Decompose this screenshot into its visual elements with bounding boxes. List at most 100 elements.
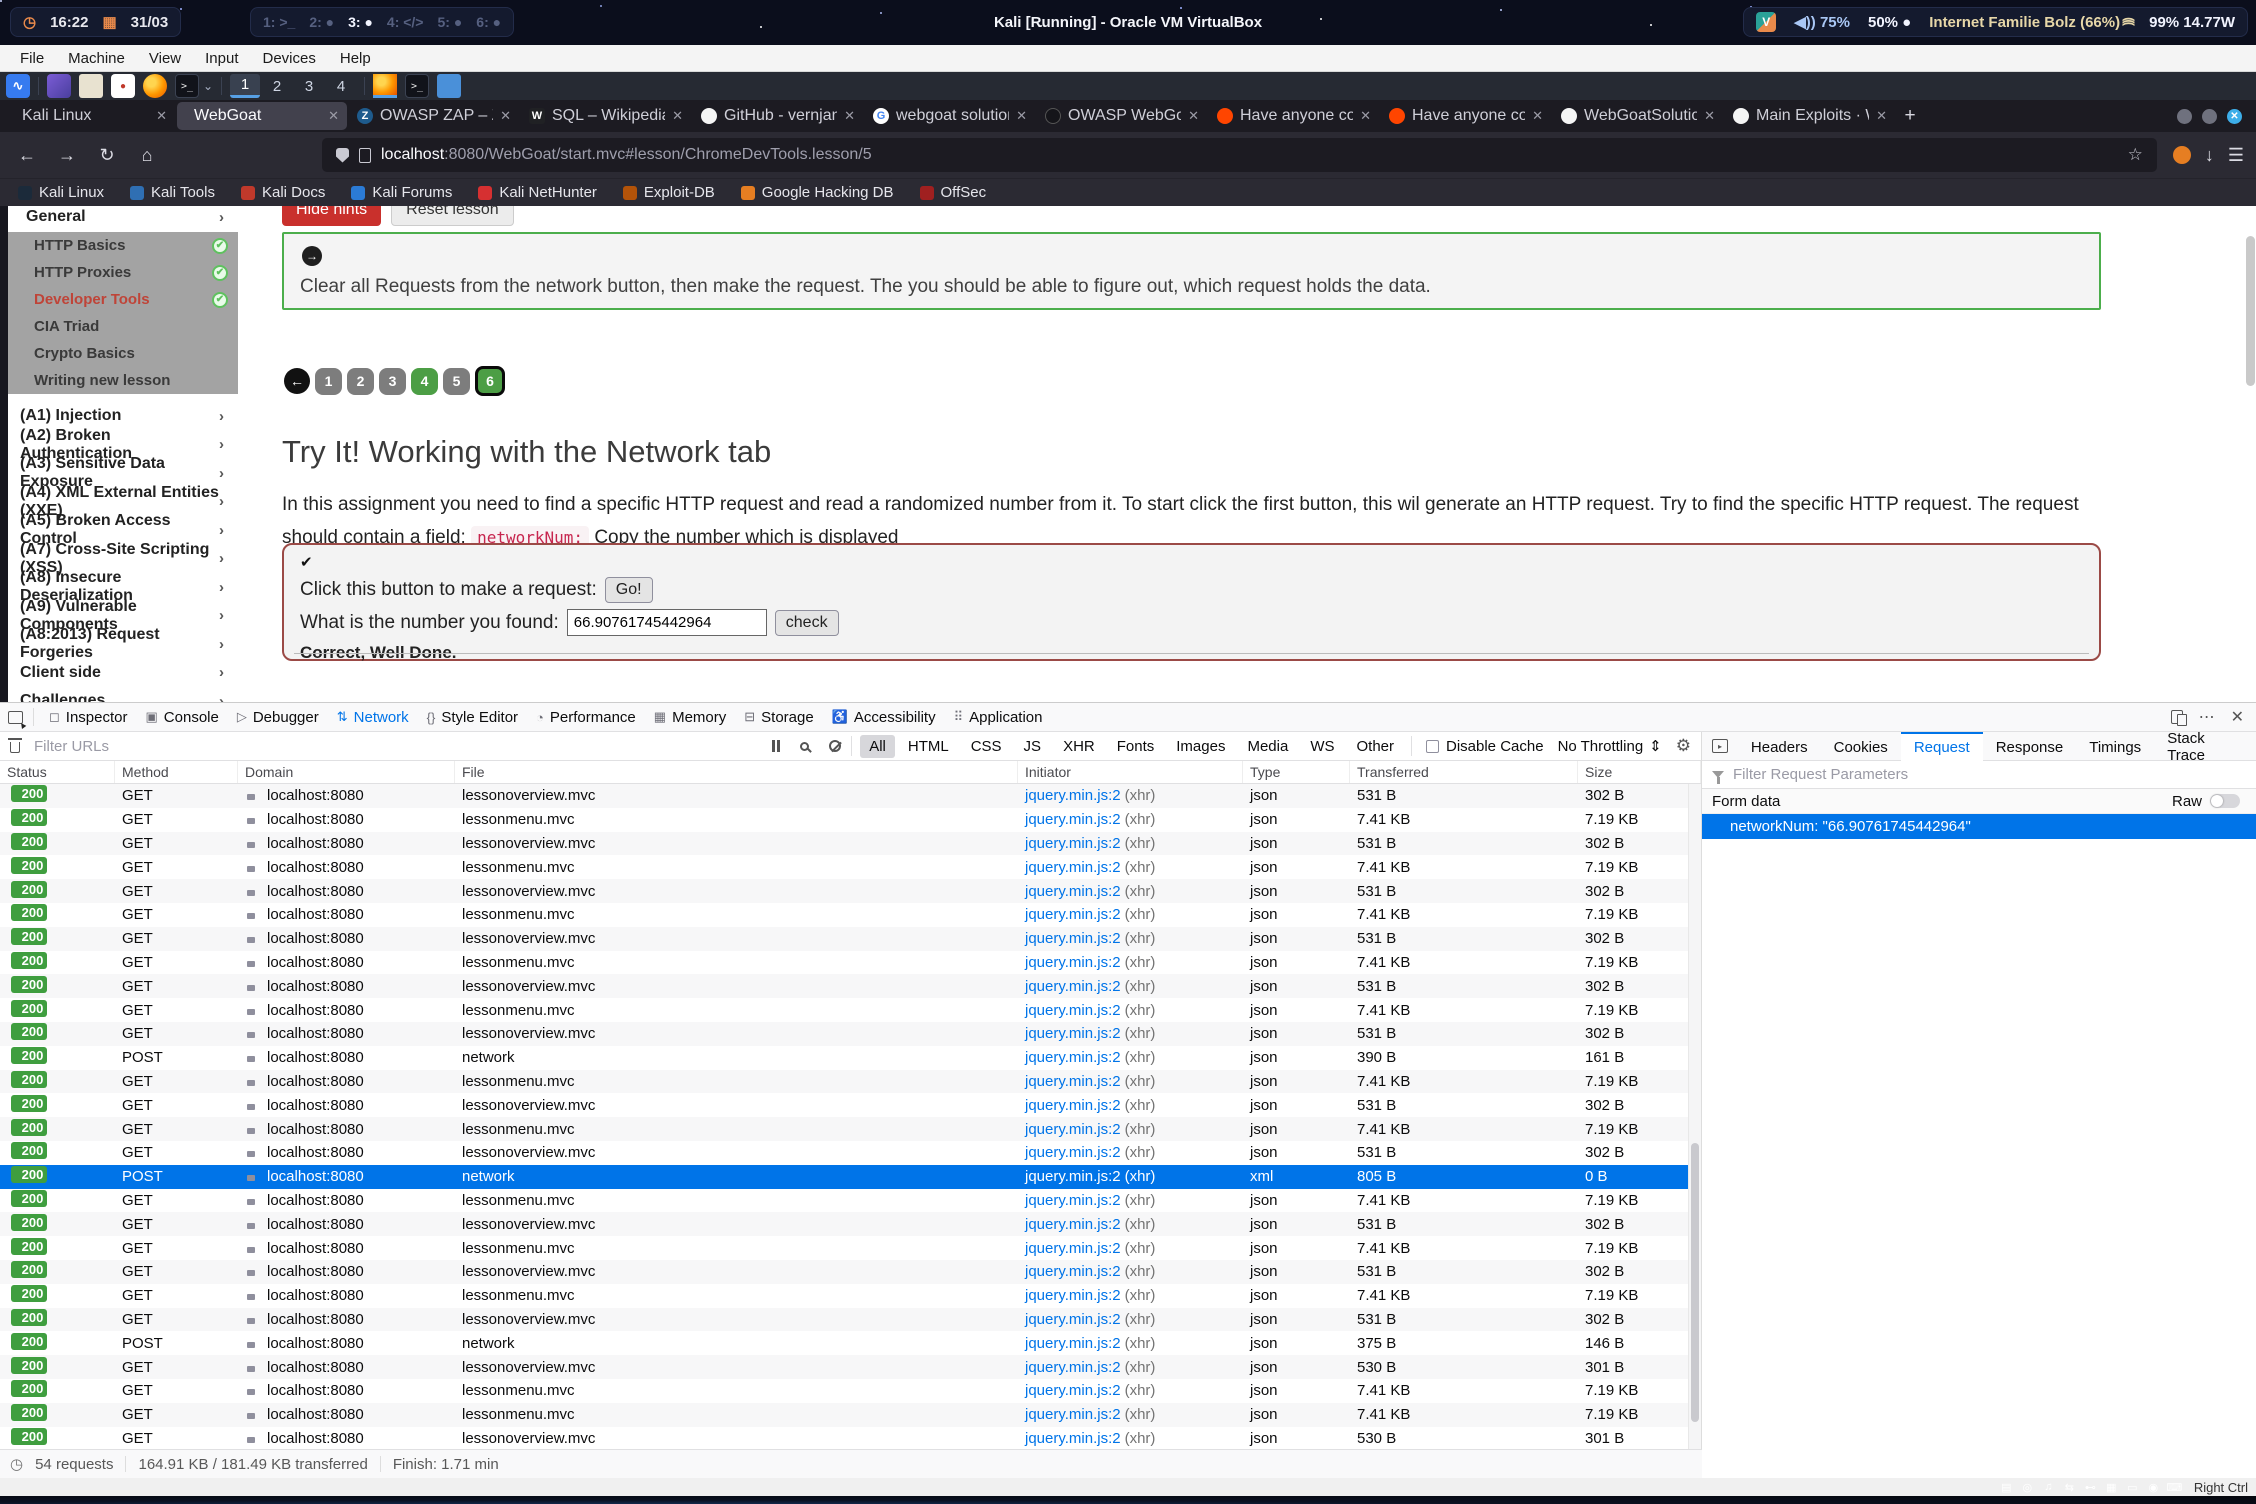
column-header[interactable]: Type [1243,761,1350,783]
tab-close-icon[interactable]: ✕ [1704,108,1715,124]
devtools-menu-icon[interactable]: ⋯ [2199,707,2215,727]
browser-tab[interactable]: W SQL – Wikipedia ✕ [521,102,691,130]
initiator-link[interactable]: jquery.min.js:2 [1025,859,1121,876]
initiator-link[interactable]: jquery.min.js:2 [1025,1311,1121,1328]
type-filter-button[interactable]: Other [1347,735,1403,758]
downloads-icon[interactable]: ↓ [2205,145,2214,166]
wifi-indicator[interactable]: Internet Familie Bolz (66%)))) [1929,14,2131,31]
column-header[interactable]: Status [0,761,115,783]
network-request-row[interactable]: 200 GET localhost:8080 lessonoverview.mv… [0,1260,1701,1284]
next-hint-icon[interactable]: → [302,246,322,266]
home-button[interactable]: ⌂ [132,140,162,170]
network-request-row[interactable]: 200 GET localhost:8080 lessonmenu.mvc jq… [0,1070,1701,1094]
shared-folders-icon[interactable]: ▦ [2104,1480,2119,1494]
network-request-row[interactable]: 200 GET localhost:8080 lessonoverview.mv… [0,1022,1701,1046]
network-request-row[interactable]: 200 GET localhost:8080 lessonoverview.mv… [0,1308,1701,1332]
bookmark-item[interactable]: OffSec [920,184,987,201]
details-tab[interactable]: Response [1983,732,2077,761]
initiator-link[interactable]: jquery.min.js:2 [1025,835,1121,852]
launcher-caret-icon[interactable]: ⌄ [203,79,213,93]
vbox-menu-item[interactable]: Machine [58,48,135,69]
kali-workspace[interactable]: 1 [230,74,260,98]
tab-close-icon[interactable]: ✕ [500,108,511,124]
devtools-tab[interactable]: ◔ Performance [527,703,645,732]
network-request-row[interactable]: 200 GET localhost:8080 lessonoverview.mv… [0,784,1701,808]
sidebar-lesson-item[interactable]: HTTP Proxies ✔ [8,259,238,286]
tab-close-icon[interactable]: ✕ [1876,108,1887,124]
network-request-row[interactable]: 200 GET localhost:8080 lessonoverview.mv… [0,1212,1701,1236]
network-settings-gear-icon[interactable]: ⚙ [1676,736,1691,756]
initiator-link[interactable]: jquery.min.js:2 [1025,1382,1121,1399]
sidebar-lesson-item[interactable]: Developer Tools ✔ [8,286,238,313]
column-header[interactable]: Method [115,761,238,783]
vbox-menu-item[interactable]: Devices [253,48,326,69]
network-request-row[interactable]: 200 GET localhost:8080 lessonoverview.mv… [0,879,1701,903]
devtools-tab[interactable]: ◻ Inspector [40,703,137,732]
network-request-row[interactable]: 200 GET localhost:8080 lessonmenu.mvc jq… [0,1403,1701,1427]
tab-close-icon[interactable]: ✕ [156,108,167,124]
page-scrollbar[interactable] [2246,236,2255,386]
url-bar[interactable]: localhost:8080/WebGoat/start.mvc#lesson/… [322,138,2157,172]
search-icon[interactable] [800,742,809,751]
window-manager-icon[interactable] [47,74,71,98]
initiator-link[interactable]: jquery.min.js:2 [1025,1073,1121,1090]
network-request-row[interactable]: 200 GET localhost:8080 lessonmenu.mvc jq… [0,808,1701,832]
kali-workspace[interactable]: 3 [294,74,324,98]
browser-tab[interactable]: Have anyone comple ✕ [1209,102,1379,130]
network-request-row[interactable]: 200 GET localhost:8080 lessonoverview.mv… [0,1141,1701,1165]
tracking-protection-icon[interactable] [336,148,349,163]
devtools-tab[interactable]: ♿ Accessibility [823,703,945,732]
network-request-row[interactable]: 200 GET localhost:8080 lessonmenu.mvc jq… [0,903,1701,927]
page-number-button[interactable]: 1 [315,368,342,395]
sidebar-lesson-item[interactable]: Writing new lesson ✔ [8,367,238,394]
filter-params-input[interactable]: Filter Request Parameters [1733,766,1908,783]
devtools-tab[interactable]: ⇅ Network [328,703,418,732]
page-number-button[interactable]: 5 [443,368,470,395]
devtools-tab[interactable]: ⠿ Application [945,703,1052,732]
volume-indicator[interactable]: ◀)) 75% [1794,13,1850,31]
details-tab[interactable]: Request [1901,732,1983,761]
sidebar-lesson-item[interactable]: Crypto Basics ✔ [8,340,238,367]
network-request-row[interactable]: 200 POST localhost:8080 network jquery.m… [0,1046,1701,1070]
raw-toggle-switch[interactable] [2210,794,2240,808]
initiator-link[interactable]: jquery.min.js:2 [1025,787,1121,804]
bookmark-item[interactable]: Google Hacking DB [741,184,894,201]
initiator-link[interactable]: jquery.min.js:2 [1025,1430,1121,1447]
keyboard-icon[interactable]: ⌨ [2167,1480,2182,1494]
type-filter-button[interactable]: CSS [962,735,1011,758]
clear-requests-icon[interactable] [10,742,20,753]
pick-element-icon[interactable] [8,711,23,724]
details-tab[interactable]: Timings [2076,732,2154,761]
initiator-link[interactable]: jquery.min.js:2 [1025,1002,1121,1019]
bookmark-item[interactable]: Kali Linux [18,184,104,201]
initiator-link[interactable]: jquery.min.js:2 [1025,1240,1121,1257]
host-workspace[interactable]: 2: ● [309,14,334,30]
devtools-close-icon[interactable]: ✕ [2231,707,2244,727]
initiator-link[interactable]: jquery.min.js:2 [1025,1025,1121,1042]
systray-virtualbox-icon[interactable]: V [1756,12,1776,32]
host-workspace[interactable]: 5: ● [438,14,463,30]
extension-icon[interactable] [2173,146,2191,164]
previous-page-icon[interactable]: ← [284,368,310,394]
initiator-link[interactable]: jquery.min.js:2 [1025,1406,1121,1423]
column-header[interactable]: Initiator [1018,761,1243,783]
network-request-row[interactable]: 200 POST localhost:8080 network jquery.m… [0,1331,1701,1355]
tab-close-icon[interactable]: ✕ [1188,108,1199,124]
responsive-mode-icon[interactable] [2171,710,2183,724]
browser-tab[interactable]: OWASP WebGoat: G ✕ [1037,102,1207,130]
browser-tab[interactable]: WebGoat ✕ [177,102,347,130]
sidebar-item-general[interactable]: General › [8,206,238,232]
expand-panel-icon[interactable]: ▸ [1712,739,1728,753]
reload-button[interactable]: ↻ [92,140,122,170]
network-request-row[interactable]: 200 GET localhost:8080 lessonmenu.mvc jq… [0,1284,1701,1308]
bookmark-item[interactable]: Kali NetHunter [478,184,597,201]
browser-tab[interactable]: WebGoatSolutions/S ✕ [1553,102,1723,130]
sidebar-category-item[interactable]: Client side › [8,659,238,688]
initiator-link[interactable]: jquery.min.js:2 [1025,1144,1121,1161]
sidebar-category-item[interactable]: (A8:2013) Request Forgeries › [8,630,238,659]
type-filter-button[interactable]: Fonts [1108,735,1164,758]
hide-hints-button[interactable]: Hide hints [282,206,381,226]
browser-tab[interactable]: GitHub - vernjan/we ✕ [693,102,863,130]
host-workspace[interactable]: 4: </> [387,14,424,30]
page-number-button[interactable]: 3 [379,368,406,395]
